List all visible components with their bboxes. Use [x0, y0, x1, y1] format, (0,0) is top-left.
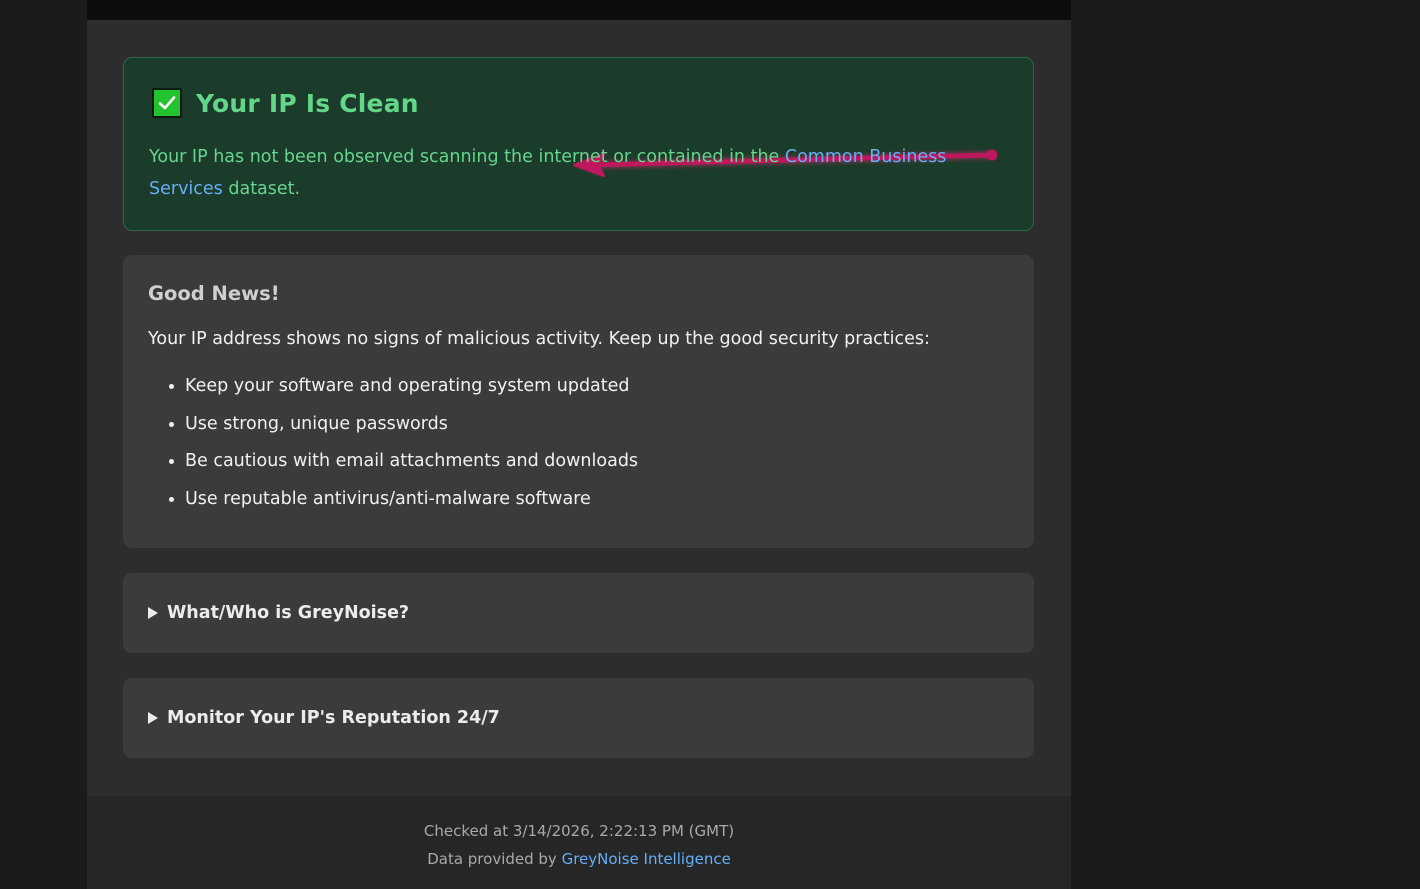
status-description-end: dataset. — [222, 179, 301, 199]
list-item: Use strong, unique passwords — [168, 410, 638, 448]
expand-triangle-icon — [148, 712, 158, 724]
data-provider-line: Data provided by GreyNoise Intelligence — [87, 850, 1071, 868]
faq-label: What/Who is GreyNoise? — [167, 603, 410, 623]
data-provider-prefix: Data provided by — [427, 850, 562, 868]
list-item: Keep your software and operating system … — [168, 372, 638, 410]
status-heading: Your IP Is Clean — [152, 88, 419, 118]
checked-timestamp: Checked at 3/14/2026, 2:22:13 PM (GMT) — [423, 822, 735, 840]
check-box-icon — [152, 88, 182, 118]
footer: Checked at 3/14/2026, 2:22:13 PM (GMT) D… — [87, 796, 1071, 889]
good-news-title: Good News! — [148, 282, 280, 305]
security-tips-list: Keep your software and operating system … — [168, 372, 638, 523]
status-description: Your IP has not been observed scanning t… — [149, 141, 979, 205]
top-bar — [87, 0, 1071, 20]
page-column: Your IP Is Clean Your IP has not been ob… — [87, 0, 1071, 889]
greynoise-intelligence-link[interactable]: GreyNoise Intelligence — [562, 850, 731, 868]
good-news-intro: Your IP address shows no signs of malici… — [148, 329, 930, 349]
good-news-card: Good News! Your IP address shows no sign… — [123, 255, 1034, 548]
list-item: Use reputable antivirus/anti-malware sof… — [168, 485, 638, 523]
faq-label: Monitor Your IP's Reputation 24/7 — [167, 708, 500, 728]
status-title: Your IP Is Clean — [196, 88, 419, 118]
ip-status-card: Your IP Is Clean Your IP has not been ob… — [123, 57, 1034, 231]
expand-triangle-icon — [148, 607, 158, 619]
faq-monitor-reputation[interactable]: Monitor Your IP's Reputation 24/7 — [123, 678, 1034, 758]
faq-what-is-greynoise[interactable]: What/Who is GreyNoise? — [123, 573, 1034, 653]
status-description-text: Your IP has not been observed scanning t… — [149, 147, 785, 167]
list-item: Be cautious with email attachments and d… — [168, 447, 638, 485]
